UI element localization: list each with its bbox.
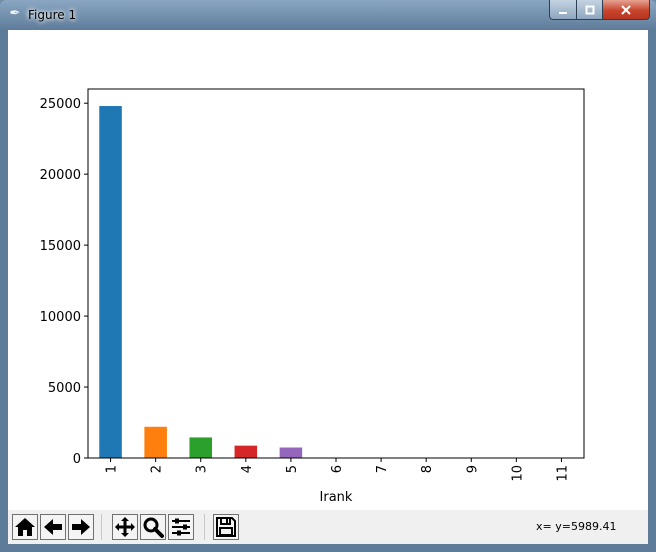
- toolbar-separator: [101, 514, 102, 540]
- back-button[interactable]: [40, 514, 66, 540]
- bar-4: [234, 445, 258, 458]
- x-tick-label: 4: [240, 465, 255, 473]
- feather-icon: ✒: [9, 6, 21, 21]
- x-tick-label: 9: [465, 465, 480, 473]
- x-tick-label: 3: [195, 465, 210, 473]
- axes-frame: [87, 88, 585, 459]
- window-title: Figure 1: [28, 8, 77, 22]
- home-icon: [15, 518, 35, 536]
- y-tick-label: 25000: [40, 97, 81, 112]
- close-button[interactable]: [603, 0, 650, 20]
- y-tick-label: 15000: [40, 239, 81, 254]
- save-icon: [216, 517, 236, 537]
- y-tick-label: 5000: [48, 381, 81, 396]
- pan-button[interactable]: [112, 514, 138, 540]
- x-tick-label: 2: [150, 465, 165, 473]
- bar-1: [99, 106, 122, 459]
- title-bar[interactable]: ✒ Figure 1: [0, 0, 656, 28]
- x-tick-label: 10: [510, 465, 525, 482]
- zoom-icon: [143, 517, 164, 538]
- zoom-button[interactable]: [140, 514, 166, 540]
- minimize-button[interactable]: [549, 0, 577, 20]
- y-tick-label: 0: [73, 452, 81, 467]
- x-tick-label: 6: [330, 465, 345, 473]
- bar-2: [144, 426, 167, 458]
- bar-3: [189, 437, 212, 458]
- forward-button[interactable]: [68, 514, 94, 540]
- navigation-toolbar: x= y=5989.41: [8, 510, 648, 544]
- pan-icon: [115, 517, 135, 537]
- window-controls: [549, 0, 650, 20]
- back-arrow-icon: [44, 519, 62, 535]
- save-button[interactable]: [213, 514, 239, 540]
- toolbar-separator: [204, 514, 205, 540]
- y-tick-label: 10000: [40, 310, 81, 325]
- forward-arrow-icon: [72, 519, 90, 535]
- x-tick-label: 8: [420, 465, 435, 473]
- x-tick-label: 11: [555, 465, 570, 482]
- subplots-icon: [172, 518, 190, 536]
- y-tick-label: 20000: [40, 168, 81, 183]
- x-tick-label: 1: [105, 465, 120, 473]
- figure-window: ✒ Figure 1 0 5000 10000 15000 20000 25000 1 2 3…: [0, 0, 656, 552]
- x-tick-label: 5: [285, 465, 300, 473]
- cursor-coordinates: x= y=5989.41: [536, 520, 617, 533]
- close-icon: [621, 4, 631, 15]
- x-tick-label: 7: [375, 465, 390, 473]
- maximize-button[interactable]: [577, 0, 603, 20]
- home-button[interactable]: [12, 514, 38, 540]
- bar-5: [279, 447, 303, 458]
- figure-client-area: 0 5000 10000 15000 20000 25000 1 2 3 4 5 6 7 8 9 10 11 …: [8, 30, 648, 544]
- bar-chart: 0500010000150002000025000 1 2 3 4 5 6 7 8 9 10 11 …: [40, 88, 585, 505]
- minimize-icon: [559, 11, 567, 14]
- x-axis-label: Irank: [320, 490, 353, 505]
- subplots-button[interactable]: [168, 514, 194, 540]
- maximize-icon: [585, 5, 594, 14]
- figure-canvas[interactable]: 0 5000 10000 15000 20000 25000 1 2 3 4 5 6 7 8 9 10 11 …: [8, 30, 648, 510]
